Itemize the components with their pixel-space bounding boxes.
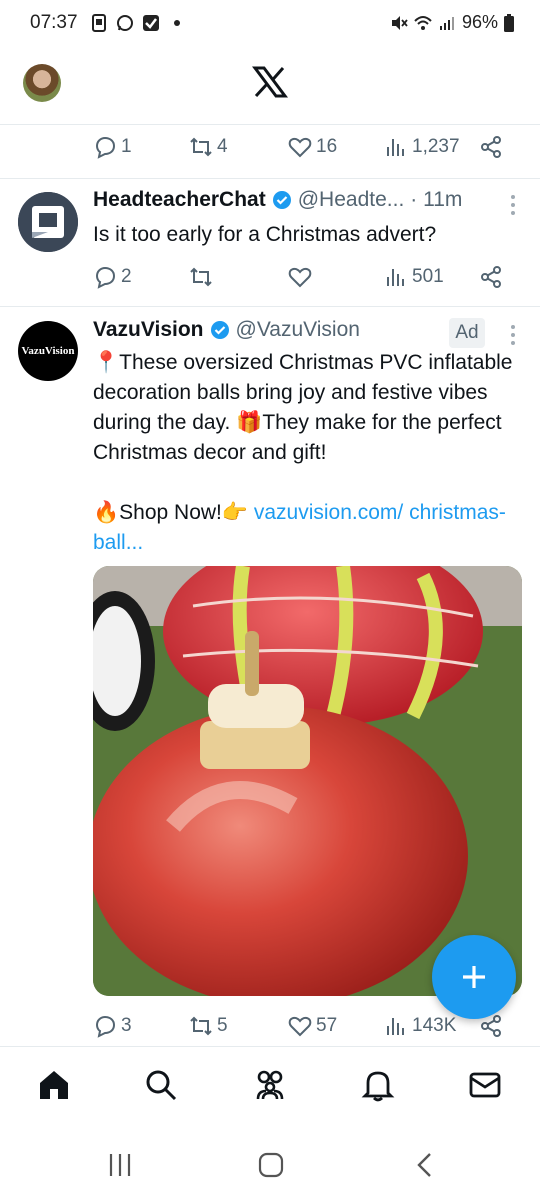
tweet-media-video[interactable] (93, 566, 522, 996)
views-icon (387, 139, 404, 156)
retweet-count: 4 (217, 136, 228, 157)
prev-tweet-actions: 1 4 16 1,237 (93, 132, 513, 162)
tweet1-actions: 2 501 (93, 262, 513, 292)
headteacher-logo-icon (18, 192, 78, 252)
status-bar: 07:37 96% (0, 0, 540, 50)
retweet-button[interactable]: 5 (189, 1011, 228, 1041)
bottom-nav (0, 1046, 540, 1130)
back-icon[interactable] (412, 1152, 438, 1178)
compose-button[interactable] (432, 935, 516, 1019)
ornament-balls-image (93, 566, 522, 996)
notifications-icon[interactable] (360, 1067, 396, 1103)
more-options-icon[interactable] (510, 324, 516, 346)
tweet-header: VazuVision @VazuVision (93, 318, 360, 342)
reply-icon (95, 136, 116, 159)
mute-icon (391, 15, 408, 30)
views-button[interactable]: 501 (384, 262, 444, 292)
share-icon (481, 136, 501, 158)
x-logo-icon[interactable] (252, 64, 288, 100)
retweet-button[interactable] (189, 262, 213, 292)
tweet-time: · 11m (410, 188, 463, 211)
like-button[interactable] (288, 262, 312, 292)
heart-icon (288, 1016, 312, 1037)
sim-icon (92, 14, 106, 32)
share-icon (481, 266, 501, 288)
author-handle[interactable]: @VazuVision (236, 318, 360, 342)
divider (0, 178, 540, 179)
retweet-icon (190, 267, 212, 287)
top-app-bar (0, 50, 540, 124)
check-icon (143, 15, 159, 31)
tweet-header: HeadteacherChat @Headte... · 11m (93, 188, 462, 212)
status-icons-left (90, 14, 186, 32)
divider (0, 306, 540, 307)
ad-badge: Ad (449, 318, 485, 348)
reply-icon (95, 1015, 116, 1038)
views-icon (387, 269, 404, 286)
dot-icon (174, 20, 180, 26)
recent-apps-icon[interactable] (107, 1152, 133, 1178)
home-icon[interactable] (36, 1067, 72, 1103)
reply-icon (95, 266, 116, 289)
battery-icon (504, 13, 514, 32)
views-button[interactable]: 1,237 (384, 132, 460, 162)
heart-icon (288, 267, 312, 288)
tweet-text: Is it too early for a Christmas advert? (93, 223, 437, 246)
wifi-icon (414, 15, 432, 30)
like-count: 57 (316, 1015, 338, 1036)
home-system-icon[interactable] (258, 1152, 284, 1178)
tweet2-actions: 3 5 57 143K (93, 1011, 513, 1041)
views-count: 1,237 (412, 136, 460, 157)
battery-percent: 96% (461, 12, 498, 32)
system-navigation-bar (0, 1130, 540, 1200)
heart-icon (288, 137, 312, 158)
reply-count: 2 (121, 266, 132, 287)
like-button[interactable]: 16 (288, 132, 337, 162)
reply-button[interactable]: 3 (93, 1011, 132, 1041)
reply-count: 1 (121, 136, 132, 157)
views-count: 143K (412, 1015, 457, 1036)
signal-icon (439, 16, 454, 30)
like-count: 16 (316, 136, 338, 157)
views-button[interactable]: 143K (384, 1011, 456, 1041)
reply-count: 3 (121, 1015, 132, 1036)
verified-badge-icon (210, 321, 229, 339)
divider (0, 124, 540, 125)
plus-icon (463, 966, 485, 988)
tweet-shop-line: 🔥Shop Now!👉 vazuvision.com/ christmas-ba… (93, 498, 525, 558)
shop-now-text: 🔥Shop Now!👉 (93, 501, 254, 524)
tweet-avatar[interactable] (18, 192, 78, 252)
tweet-text: 📍These oversized Christmas PVC inflatabl… (93, 351, 513, 464)
whatsapp-icon (117, 15, 133, 31)
reply-button[interactable]: 1 (93, 132, 132, 162)
views-count: 501 (412, 266, 444, 287)
status-icons-right: 96% (390, 12, 514, 33)
reply-button[interactable]: 2 (93, 262, 132, 292)
share-button[interactable] (479, 262, 503, 292)
like-button[interactable]: 57 (288, 1011, 337, 1041)
author-handle[interactable]: @Headte... (298, 188, 405, 212)
retweet-count: 5 (217, 1015, 228, 1036)
avatar-brand-text: VazuVision (21, 345, 75, 357)
messages-icon[interactable] (467, 1067, 503, 1103)
author-name[interactable]: HeadteacherChat (93, 188, 266, 212)
more-options-icon[interactable] (510, 194, 516, 216)
views-icon (387, 1018, 404, 1035)
retweet-icon (190, 137, 212, 157)
share-button[interactable] (479, 132, 503, 162)
retweet-button[interactable]: 4 (189, 132, 228, 162)
tweet-avatar[interactable]: VazuVision (18, 321, 78, 381)
verified-badge-icon (272, 191, 291, 209)
communities-icon[interactable] (252, 1067, 288, 1103)
author-name[interactable]: VazuVision (93, 318, 204, 342)
retweet-icon (190, 1016, 212, 1036)
status-time: 07:37 (30, 12, 78, 33)
profile-avatar[interactable] (23, 64, 61, 102)
search-icon[interactable] (143, 1067, 179, 1103)
